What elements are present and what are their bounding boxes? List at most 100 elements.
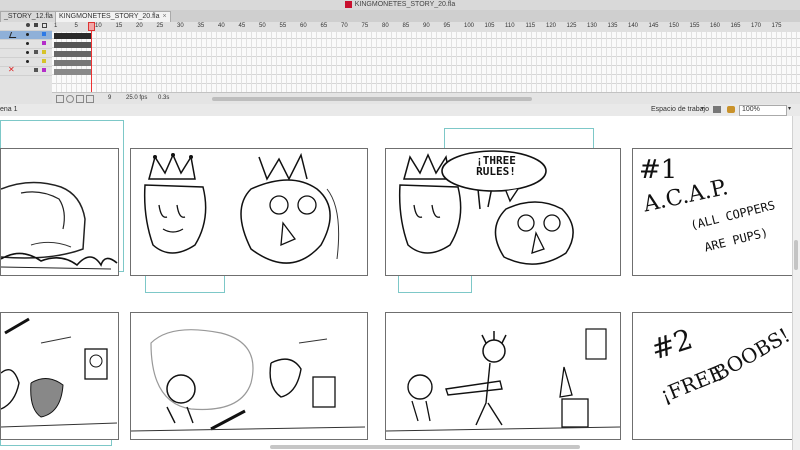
frame-number: 165 — [730, 23, 741, 29]
pencil-icon — [8, 32, 19, 38]
outline-icon[interactable] — [42, 23, 47, 28]
layer-color-icon — [42, 59, 46, 63]
frame-number: 20 — [136, 23, 143, 29]
vertical-scroll-thumb[interactable] — [794, 240, 798, 270]
current-frame: 9 — [108, 95, 112, 101]
frame-number: 60 — [300, 23, 307, 29]
storyboard-panel-5[interactable] — [0, 312, 119, 440]
frame-number: 145 — [648, 23, 659, 29]
keyframe-span[interactable] — [54, 33, 92, 39]
fla-file-icon — [344, 0, 352, 8]
frame-number: 90 — [423, 23, 430, 29]
visibility-dot-icon[interactable] — [26, 51, 29, 54]
storyboard-panel-7[interactable] — [385, 312, 621, 440]
edit-multiple-icon[interactable] — [86, 95, 94, 103]
hidden-x-icon[interactable]: ✕ — [8, 66, 15, 74]
lock-icon[interactable] — [34, 23, 38, 27]
frame-number: 75 — [361, 23, 369, 29]
frame-number: 65 — [320, 23, 328, 29]
frame-number: 35 — [197, 23, 205, 29]
keyframe-span[interactable] — [54, 42, 92, 48]
scene-label[interactable]: ena 1 — [0, 106, 18, 113]
storyboard-panel-4[interactable]: #1 A.C.A.P. (ALL COPPERS ARE PUPS) — [632, 148, 800, 276]
frame-number: 30 — [177, 23, 184, 29]
timeline-scrollbar[interactable] — [212, 97, 532, 101]
storyboard-panel-1[interactable] — [0, 148, 119, 276]
frame-number: 175 — [771, 23, 782, 29]
frame-number: 45 — [238, 23, 246, 29]
onion-skin-icon[interactable] — [66, 95, 74, 103]
horizontal-scroll-thumb[interactable] — [270, 445, 580, 449]
frame-grid[interactable] — [52, 32, 800, 92]
playhead-line[interactable] — [91, 22, 92, 92]
frame-number: 55 — [279, 23, 287, 29]
lock-icon[interactable] — [34, 68, 38, 72]
keyframe-span[interactable] — [54, 51, 92, 57]
center-frame-icon[interactable] — [56, 95, 64, 103]
layer-row[interactable] — [0, 40, 52, 49]
storyboard-panel-8[interactable]: #2 ¡FREE BOOBS! — [632, 312, 800, 440]
frame-number: 170 — [751, 23, 762, 29]
frame-number: 95 — [443, 23, 451, 29]
frame-number: 80 — [382, 23, 389, 29]
stage-canvas[interactable]: ¡THREE RULES! #1 A.C.A.P. (ALL COPPERS A… — [0, 116, 800, 450]
rule-number: #2 — [647, 322, 697, 367]
frame-number: 160 — [710, 23, 721, 29]
frame-number: 130 — [587, 23, 598, 29]
visibility-dot-icon[interactable] — [26, 33, 29, 36]
frame-number: 150 — [669, 23, 680, 29]
layer-row[interactable] — [0, 49, 52, 58]
frame-number: 40 — [218, 23, 225, 29]
frame-number: 135 — [607, 23, 618, 29]
layer-color-icon — [42, 68, 46, 72]
zoom-field[interactable]: 100% — [739, 105, 787, 116]
frame-number: 120 — [546, 23, 557, 29]
panel-sketch — [386, 328, 620, 432]
layer-row[interactable]: ✕ — [0, 66, 52, 76]
keyframe-span[interactable] — [54, 69, 92, 75]
frame-number: 140 — [628, 23, 639, 29]
rule-line: BOOBS! — [709, 322, 795, 386]
tab-story-20[interactable]: KINGMONETES_STORY_20.fla × — [55, 11, 171, 22]
panel-sketch — [131, 329, 366, 432]
tab-label: KINGMONETES_STORY_20.fla — [59, 13, 160, 20]
chevron-down-icon[interactable]: ▾ — [701, 105, 704, 112]
frame-number: 85 — [402, 23, 410, 29]
stage-vertical-scrollbar[interactable] — [792, 116, 800, 450]
storyboard-panel-2[interactable] — [130, 148, 368, 276]
storyboard-panel-3[interactable]: ¡THREE RULES! — [385, 148, 621, 276]
rule-line: ARE PUPS) — [703, 225, 770, 255]
edit-symbol-icon[interactable] — [727, 106, 735, 113]
panel-sketch — [1, 181, 118, 270]
window-title: KINGMONETES_STORY_20.fla — [354, 1, 456, 8]
frame-number: 50 — [259, 23, 266, 29]
keyframe-span[interactable] — [54, 60, 92, 66]
frame-number: 1 — [54, 23, 58, 29]
eye-icon[interactable] — [26, 23, 30, 27]
chevron-down-icon[interactable]: ▾ — [788, 105, 791, 112]
storyboard-panel-6[interactable] — [130, 312, 368, 440]
zoom-value: 100% — [742, 106, 760, 113]
layer-row[interactable] — [0, 31, 52, 40]
playhead[interactable] — [88, 22, 95, 31]
frame-number: 100 — [464, 23, 475, 29]
speech-bubble-text: ¡THREE RULES! — [476, 154, 516, 178]
layer-list: ✕ — [0, 22, 53, 104]
frame-number: 70 — [341, 23, 348, 29]
layer-color-icon — [42, 32, 46, 36]
visibility-dot-icon[interactable] — [26, 42, 29, 45]
visibility-dot-icon[interactable] — [26, 60, 29, 63]
onion-outline-icon[interactable] — [76, 95, 84, 103]
frame-number: 155 — [689, 23, 700, 29]
lock-icon[interactable] — [34, 50, 38, 54]
close-tab-icon[interactable]: × — [163, 13, 167, 20]
edit-scene-icon[interactable] — [713, 106, 721, 113]
frame-number: 125 — [566, 23, 577, 29]
frame-number: 5 — [74, 23, 78, 29]
layer-color-icon — [42, 41, 46, 45]
tab-label: _STORY_12.fla — [4, 13, 53, 20]
panel-sketch — [143, 152, 340, 264]
frame-number: 10 — [95, 23, 102, 29]
layer-header — [0, 22, 52, 31]
frame-number: 25 — [156, 23, 164, 29]
